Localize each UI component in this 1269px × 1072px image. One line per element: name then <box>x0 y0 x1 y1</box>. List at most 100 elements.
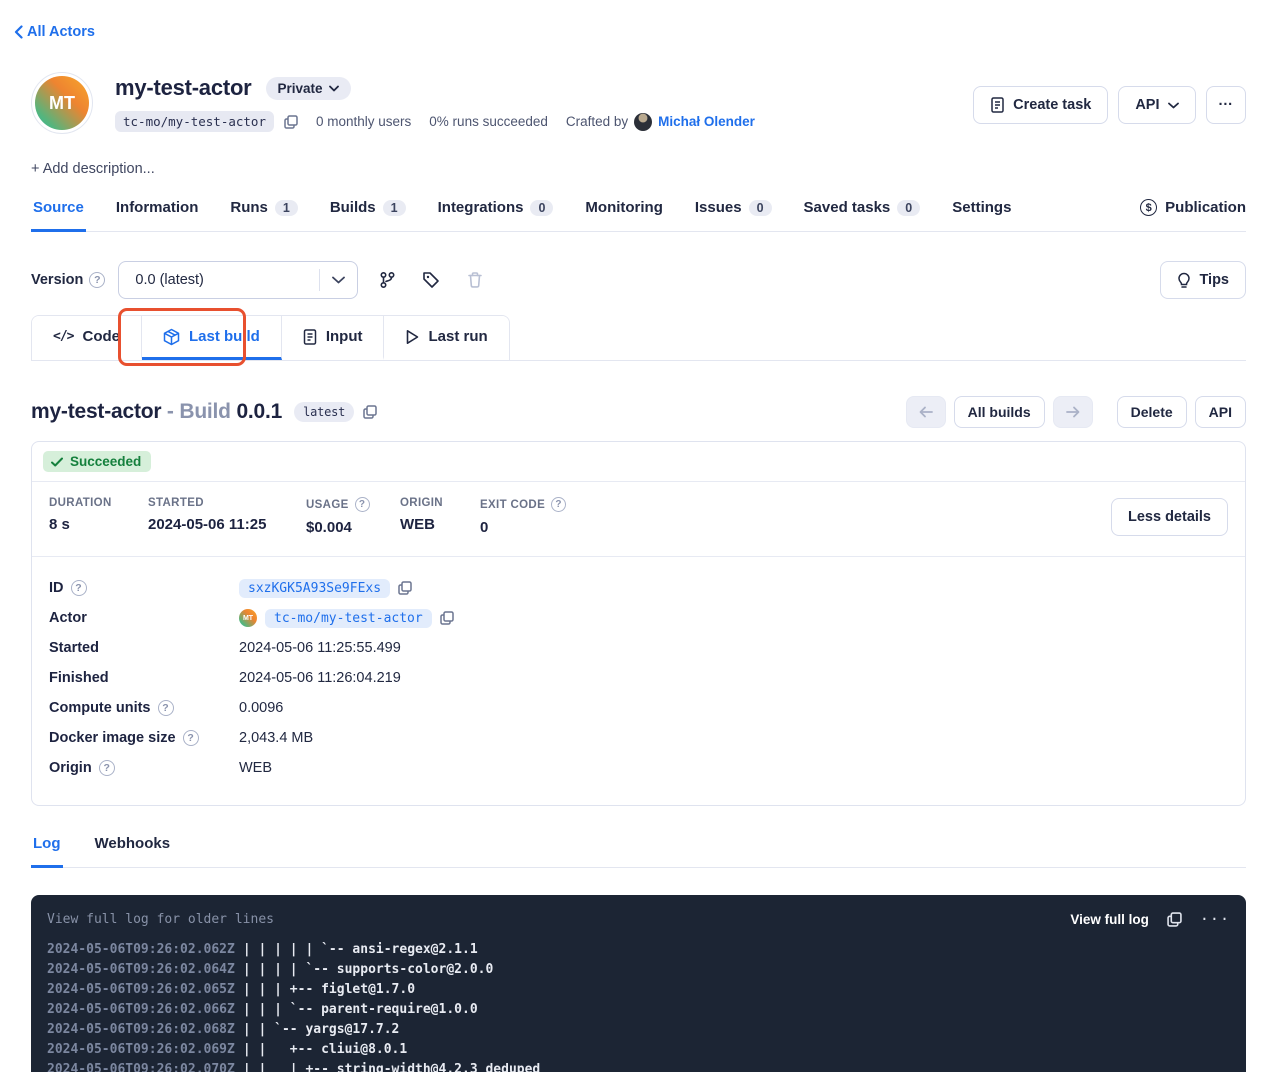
older-lines-link[interactable]: View full log for older lines <box>47 912 274 927</box>
stat-label-exit-code: EXIT CODE <box>480 499 545 511</box>
tab-label: Saved tasks <box>804 199 891 216</box>
lightbulb-icon <box>1177 272 1191 289</box>
previous-build-button[interactable] <box>906 396 946 428</box>
tab-monitoring[interactable]: Monitoring <box>583 197 664 232</box>
help-icon[interactable]: ? <box>355 497 370 512</box>
api-label: API <box>1135 97 1159 113</box>
copy-icon[interactable] <box>440 611 454 625</box>
add-description-button[interactable]: + Add description... <box>31 161 1246 177</box>
publication-button[interactable]: $ Publication <box>1140 199 1246 229</box>
all-builds-button[interactable]: All builds <box>954 396 1045 428</box>
log-text: | | | +-- figlet@1.7.0 <box>243 982 415 997</box>
actor-link-badge[interactable]: tc-mo/my-test-actor <box>265 609 432 628</box>
detail-label: Origin <box>49 760 92 776</box>
create-task-button[interactable]: Create task <box>973 86 1108 124</box>
log-timestamp: 2024-05-06T09:26:02.064Z <box>47 962 235 977</box>
help-icon[interactable]: ? <box>89 272 105 288</box>
tab-issues[interactable]: Issues 0 <box>693 197 774 232</box>
tab-count-badge: 0 <box>749 200 772 216</box>
build-title: my-test-actor - Build 0.0.1 latest <box>31 400 377 424</box>
less-details-label: Less details <box>1128 509 1211 525</box>
check-icon <box>51 457 63 467</box>
arrow-left-icon <box>919 406 933 418</box>
copy-icon[interactable] <box>1167 912 1182 927</box>
tab-last-run[interactable]: Last run <box>384 316 508 360</box>
build-api-button[interactable]: API <box>1195 396 1246 428</box>
tab-saved-tasks[interactable]: Saved tasks 0 <box>802 197 923 232</box>
tab-source[interactable]: Source <box>31 197 86 232</box>
tab-label: Source <box>33 199 84 216</box>
api-dropdown-button[interactable]: API <box>1118 86 1195 124</box>
terminal-menu-icon[interactable]: ··· <box>1200 912 1230 927</box>
next-build-button[interactable] <box>1053 396 1093 428</box>
detail-row-compute-units: Compute units ? 0.0096 <box>49 693 1228 723</box>
build-header: my-test-actor - Build 0.0.1 latest All b… <box>31 396 1246 428</box>
view-full-log-button[interactable]: View full log <box>1070 912 1149 927</box>
build-log-terminal: View full log for older lines View full … <box>31 895 1246 1072</box>
source-tab-bar: </> Code Last build Input Last run <box>31 315 1246 361</box>
copy-icon[interactable] <box>284 115 298 129</box>
runs-succeeded-stat: 0% runs succeeded <box>429 114 548 129</box>
tag-icon[interactable] <box>416 265 446 295</box>
less-details-button[interactable]: Less details <box>1111 498 1228 536</box>
code-icon: </> <box>53 329 73 344</box>
copy-icon[interactable] <box>363 405 377 419</box>
tips-button[interactable]: Tips <box>1160 261 1246 299</box>
version-select[interactable]: 0.0 (latest) <box>118 261 358 299</box>
help-icon[interactable]: ? <box>99 760 115 776</box>
author-link[interactable]: Michał Olender <box>658 114 755 129</box>
detail-value: WEB <box>239 760 272 776</box>
build-actor-name: my-test-actor <box>31 400 161 424</box>
tab-input[interactable]: Input <box>282 316 385 360</box>
detail-label: Compute units <box>49 700 151 716</box>
separator: - <box>161 400 179 424</box>
detail-row-finished: Finished 2024-05-06 11:26:04.219 <box>49 663 1228 693</box>
tab-log[interactable]: Log <box>31 833 63 868</box>
log-line: 2024-05-06T09:26:02.065Z| | | +-- figlet… <box>47 980 1230 1000</box>
visibility-dropdown[interactable]: Private <box>266 77 351 100</box>
stat-label-origin: ORIGIN <box>400 497 480 509</box>
detail-label: Finished <box>49 670 109 686</box>
delete-build-button[interactable]: Delete <box>1117 396 1187 428</box>
actor-mini-avatar: MT <box>239 609 257 627</box>
detail-label: ID <box>49 580 64 596</box>
help-icon[interactable]: ? <box>158 700 174 716</box>
help-icon[interactable]: ? <box>183 730 199 746</box>
document-icon <box>990 97 1005 113</box>
monthly-users-stat: 0 monthly users <box>316 114 411 129</box>
ellipsis-icon: ··· <box>1219 97 1234 113</box>
actor-avatar-initials: MT <box>35 76 89 130</box>
build-word: Build <box>179 400 236 424</box>
tab-webhooks[interactable]: Webhooks <box>93 833 173 868</box>
stat-label-started: STARTED <box>148 497 306 509</box>
tab-label: Builds <box>330 199 376 216</box>
status-badge: Succeeded <box>43 451 151 472</box>
git-branch-icon[interactable] <box>372 265 402 295</box>
delete-version-icon[interactable] <box>460 265 490 295</box>
help-icon[interactable]: ? <box>551 497 566 512</box>
tab-information[interactable]: Information <box>114 197 201 232</box>
log-text: | | +-- cliui@8.0.1 <box>243 1042 407 1057</box>
log-line: 2024-05-06T09:26:02.068Z| | `-- yargs@17… <box>47 1020 1230 1040</box>
detail-label: Started <box>49 640 99 656</box>
tab-code[interactable]: </> Code <box>32 316 142 360</box>
log-text: | | | `-- parent-require@1.0.0 <box>243 1002 478 1017</box>
tab-integrations[interactable]: Integrations 0 <box>436 197 556 232</box>
copy-icon[interactable] <box>398 581 412 595</box>
tab-settings[interactable]: Settings <box>950 197 1013 232</box>
visibility-label: Private <box>278 81 323 96</box>
more-actions-button[interactable]: ··· <box>1206 86 1247 124</box>
log-line: 2024-05-06T09:26:02.062Z| | | | | `-- an… <box>47 940 1230 960</box>
tab-runs[interactable]: Runs 1 <box>228 197 299 232</box>
help-icon[interactable]: ? <box>71 580 87 596</box>
log-text: | | | | `-- supports-color@2.0.0 <box>243 962 493 977</box>
version-bar: Version ? 0.0 (latest) Tips <box>31 261 1246 299</box>
play-icon <box>405 329 419 345</box>
tab-builds[interactable]: Builds 1 <box>328 197 408 232</box>
stat-value-origin: WEB <box>400 516 480 533</box>
tab-last-build[interactable]: Last build <box>142 316 282 360</box>
back-to-all-actors-link[interactable]: All Actors <box>14 24 95 40</box>
detail-value: 0.0096 <box>239 700 283 716</box>
actor-header: MT my-test-actor Private tc-mo/my-test-a… <box>31 72 1246 134</box>
log-text: | | | | | `-- ansi-regex@2.1.1 <box>243 942 478 957</box>
